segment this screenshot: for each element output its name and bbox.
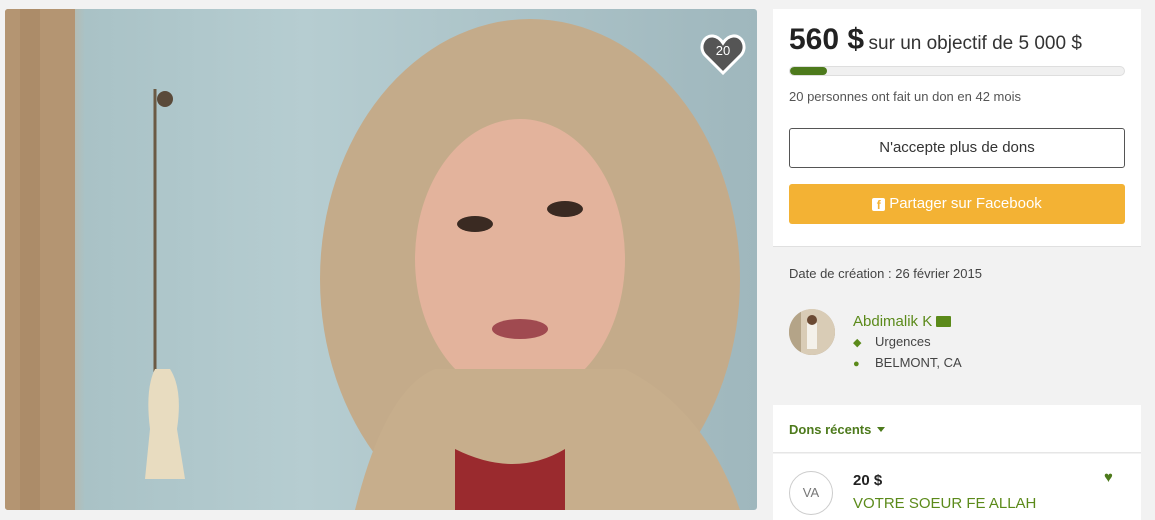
donor-name: VOTRE SOEUR FE ALLAH bbox=[853, 495, 1037, 512]
share-facebook-label: Partager sur Facebook bbox=[889, 195, 1042, 212]
progress-bar bbox=[789, 66, 1125, 76]
recent-donations-toggle[interactable]: Dons récents bbox=[789, 422, 886, 437]
facebook-icon: f bbox=[872, 198, 886, 212]
campaign-info: Date de création : 26 février 2015 Abdim… bbox=[773, 252, 1141, 394]
campaign-photo: 20 bbox=[5, 9, 757, 510]
category-label[interactable]: Urgences bbox=[875, 334, 931, 349]
amount-line: 560 $ sur un objectif de 5 000 $ bbox=[789, 23, 1082, 57]
location-row: ● BELMONT, CA bbox=[853, 355, 962, 370]
heart-icon[interactable]: ♥ bbox=[1104, 469, 1113, 486]
closed-donations-button[interactable]: N'accepte plus de dons bbox=[789, 128, 1125, 168]
map-marker-icon: ● bbox=[853, 358, 860, 370]
donor-avatar: VA bbox=[789, 471, 833, 515]
favorites-heart-badge[interactable]: 20 bbox=[700, 33, 746, 75]
donation-stats: 20 personnes ont fait un don en 42 mois bbox=[789, 89, 1021, 104]
category-row: ◆ Urgences bbox=[853, 334, 931, 349]
goal-card: 560 $ sur un objectif de 5 000 $ 20 pers… bbox=[773, 9, 1141, 247]
heart-count: 20 bbox=[715, 43, 731, 58]
location-label: BELMONT, CA bbox=[875, 355, 962, 370]
campaign-photo-illustration bbox=[5, 9, 740, 510]
recent-donations-title: Dons récents bbox=[789, 422, 872, 437]
organizer-avatar[interactable] bbox=[789, 309, 835, 355]
goal-text: sur un objectif de 5 000 $ bbox=[868, 33, 1082, 54]
envelope-icon[interactable] bbox=[936, 316, 952, 327]
organizer-link[interactable]: Abdimalik K bbox=[853, 313, 952, 330]
tag-icon: ◆ bbox=[853, 337, 862, 349]
share-facebook-button[interactable]: f Partager sur Facebook bbox=[789, 184, 1125, 224]
creation-date: Date de création : 26 février 2015 bbox=[789, 266, 982, 281]
recent-donations-header: Dons récents bbox=[773, 405, 1141, 453]
donation-item: VA 20 $ VOTRE SOEUR FE ALLAH ♥ bbox=[773, 454, 1141, 520]
raised-amount: 560 $ bbox=[789, 23, 865, 56]
organizer-photo bbox=[789, 309, 835, 355]
organizer-name: Abdimalik K bbox=[853, 313, 933, 330]
donation-amount: 20 $ bbox=[853, 472, 883, 489]
caret-down-icon bbox=[877, 427, 886, 432]
progress-fill bbox=[790, 67, 828, 75]
